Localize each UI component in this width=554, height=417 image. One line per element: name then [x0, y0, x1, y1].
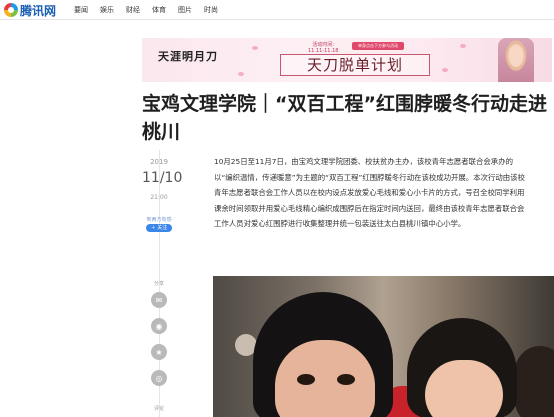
photo-child-middle-face [425, 360, 503, 417]
top-navigation-bar: 腾讯网 要闻 娱乐 财经 体育 图片 时尚 [0, 0, 554, 20]
photo-child-right [515, 346, 554, 417]
comment-label[interactable]: 评论 [142, 405, 176, 412]
nav-item-pictures[interactable]: 图片 [178, 3, 192, 17]
petal-decoration [252, 46, 258, 50]
banner-time: 活动时间: 11.11-11.18 [308, 42, 338, 54]
article-photo [213, 276, 554, 417]
photo-child-front-face [275, 340, 375, 417]
wechat-icon: ✉ [155, 295, 163, 305]
banner-badge: 单身点击下方参与活动 [352, 42, 404, 50]
publish-time: 21:00 [150, 194, 168, 201]
petal-decoration [238, 72, 244, 76]
nav-item-news[interactable]: 要闻 [74, 3, 88, 17]
article-title: 宝鸡文理学院｜“双百工程”红围脖暖冬行动走进桃川 [142, 93, 547, 143]
nav-item-finance[interactable]: 财经 [126, 3, 140, 17]
photo-eye [337, 374, 355, 385]
publish-year: 2019 [150, 158, 168, 166]
share-label: 分享 [153, 281, 164, 287]
ad-banner[interactable]: 天涯明月刀 活动时间: 11.11-11.18 单身点击下方参与活动 天刀脱单计… [142, 38, 552, 82]
nav-item-fashion[interactable]: 时尚 [204, 3, 218, 17]
site-logo[interactable]: 腾讯网 [4, 2, 56, 18]
petal-decoration [460, 44, 466, 48]
tencent-logo-icon [4, 3, 18, 17]
source-name[interactable]: 到两方有感 [142, 216, 176, 223]
petal-decoration [442, 68, 448, 72]
share-qq-button[interactable]: ◉ [151, 318, 167, 334]
qzone-icon: ★ [155, 347, 163, 357]
share-wechat-button[interactable]: ✉ [151, 292, 167, 308]
banner-character-image [498, 38, 534, 82]
channel-nav: 要闻 娱乐 财经 体育 图片 时尚 [74, 3, 218, 17]
article-body: 10月25日至11月7日，由宝鸡文理学院团委、校扶贫办主办，该校青年志愿者联合会… [214, 157, 525, 228]
follow-button[interactable]: ＋ 关注 [146, 224, 172, 232]
share-weibo-button[interactable]: ◎ [151, 370, 167, 386]
banner-game-logo: 天涯明月刀 [158, 50, 218, 63]
weibo-icon: ◎ [155, 373, 163, 383]
qq-icon: ◉ [155, 321, 163, 331]
nav-item-sports[interactable]: 体育 [152, 3, 166, 17]
photo-eye [297, 374, 315, 385]
share-qzone-button[interactable]: ★ [151, 344, 167, 360]
nav-item-entertainment[interactable]: 娱乐 [100, 3, 114, 17]
publish-date: 11/10 [142, 170, 183, 186]
site-logo-text: 腾讯网 [20, 3, 57, 18]
banner-title: 天刀脱单计划 [280, 54, 430, 76]
